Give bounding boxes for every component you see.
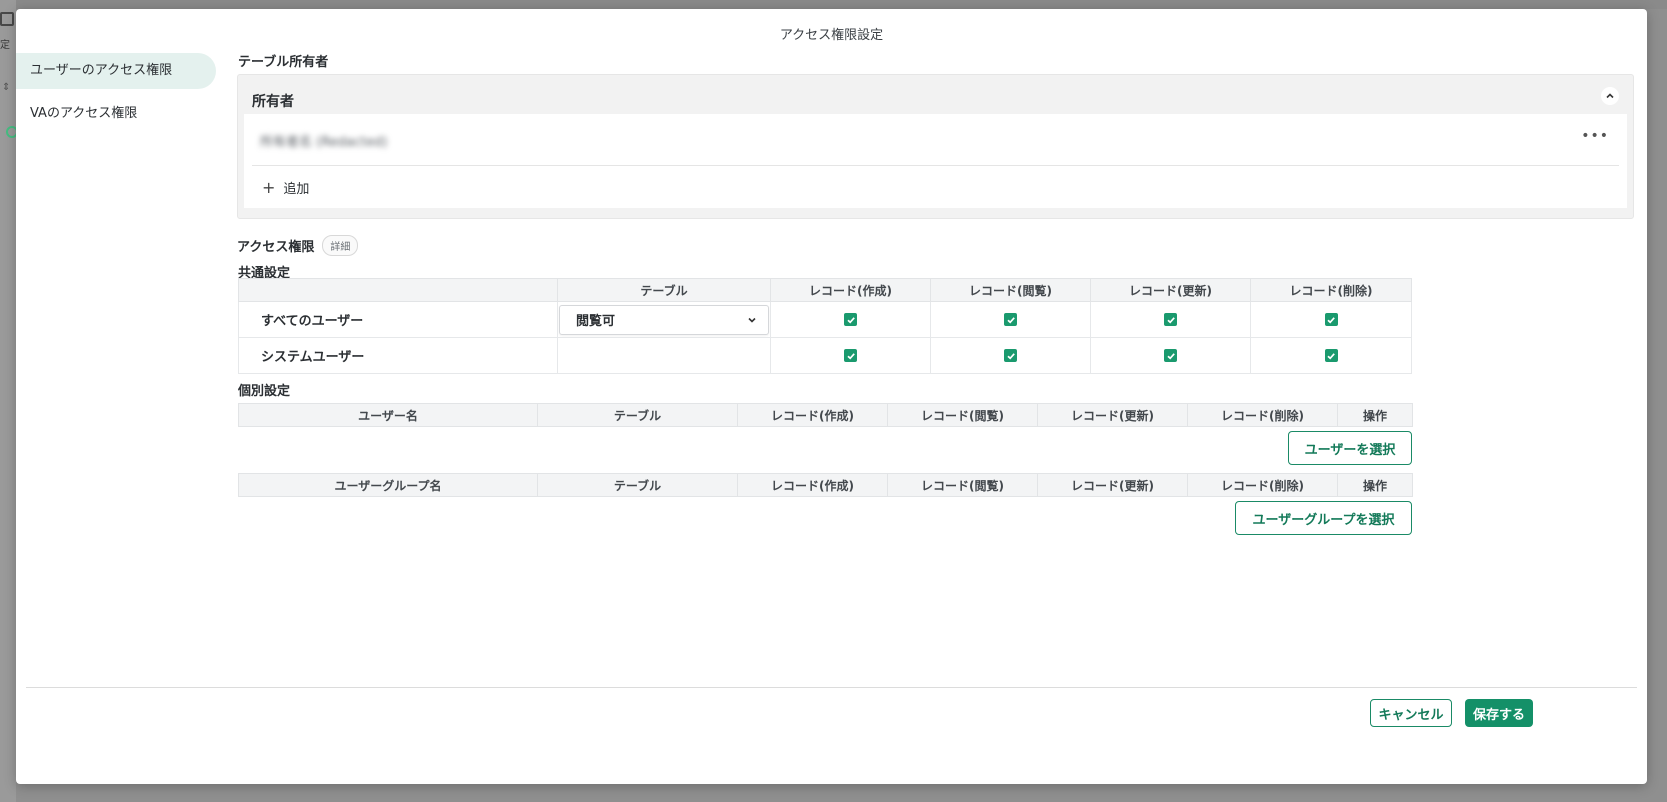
checkmark-icon — [1006, 316, 1015, 324]
add-owner-label: 追加 — [283, 182, 310, 197]
sidebar: ユーザーのアクセス権限 VAのアクセス権限 — [16, 53, 216, 139]
table-icon — [0, 12, 14, 26]
add-owner-button[interactable]: + 追加 — [262, 178, 309, 197]
checkbox-cell — [930, 301, 1091, 338]
column-header: レコード(閲覧) — [930, 278, 1091, 302]
column-header: レコード(削除) — [1187, 403, 1338, 427]
save-button[interactable]: 保存する — [1465, 699, 1533, 727]
checkbox-cell — [770, 337, 931, 374]
column-header: ユーザーグループ名 — [238, 473, 538, 497]
column-header: 操作 — [1337, 403, 1413, 427]
checkmark-icon — [1327, 316, 1335, 324]
read-checkbox[interactable] — [1004, 313, 1017, 326]
checkbox-cell — [1090, 301, 1251, 338]
column-header: レコード(更新) — [1090, 278, 1251, 302]
owner-row: 所有者名 (Redacted) ••• — [252, 114, 1619, 166]
footer-divider — [26, 687, 1637, 688]
column-header: テーブル — [557, 278, 771, 302]
table-header-row: ユーザーグループ名 テーブル レコード(作成) レコード(閲覧) レコード(更新… — [238, 473, 1413, 497]
column-header: レコード(作成) — [737, 403, 888, 427]
checkmark-icon — [846, 316, 855, 324]
group-permissions-table: ユーザーグループ名 テーブル レコード(作成) レコード(閲覧) レコード(更新… — [238, 473, 1413, 497]
table-permission-cell — [557, 337, 771, 374]
more-options-icon[interactable]: ••• — [1581, 128, 1609, 144]
background-overlay-top — [0, 0, 1667, 9]
checkbox-cell — [1250, 301, 1412, 338]
read-checkbox[interactable] — [1004, 349, 1017, 362]
access-settings-modal: アクセス権限設定 ユーザーのアクセス権限 VAのアクセス権限 テーブル所有者 所… — [16, 9, 1647, 784]
select-user-group-button[interactable]: ユーザーグループを選択 — [1235, 501, 1412, 535]
chevron-down-icon — [748, 317, 756, 323]
column-header — [238, 278, 558, 302]
column-header: レコード(作成) — [770, 278, 931, 302]
plus-icon: + — [262, 178, 276, 197]
owner-name: 所有者名 (Redacted) — [260, 135, 388, 150]
background-app-strip: 定 ⇕ — [0, 0, 18, 802]
checkbox-cell — [1250, 337, 1412, 374]
owner-card-title: 所有者 — [252, 94, 294, 110]
column-header: テーブル — [537, 473, 738, 497]
checkbox-cell — [930, 337, 1091, 374]
owner-section-title: テーブル所有者 — [238, 55, 329, 70]
permissions-title: アクセス権限 — [237, 240, 315, 255]
column-header: レコード(閲覧) — [887, 473, 1038, 497]
column-header: レコード(更新) — [1037, 473, 1188, 497]
sidebar-item-user-access[interactable]: ユーザーのアクセス権限 — [16, 53, 216, 89]
sort-icon: ⇕ — [2, 82, 11, 93]
row-label: すべてのユーザー — [238, 301, 558, 338]
update-checkbox[interactable] — [1164, 313, 1177, 326]
create-checkbox[interactable] — [844, 313, 857, 326]
checkmark-icon — [1006, 352, 1015, 360]
table-permission-cell: 閲覧可 — [557, 301, 771, 338]
row-label: システムユーザー — [238, 337, 558, 374]
table-row: すべてのユーザー 閲覧可 — [238, 301, 1412, 338]
modal-title: アクセス権限設定 — [779, 28, 884, 43]
create-checkbox[interactable] — [844, 349, 857, 362]
delete-checkbox[interactable] — [1324, 349, 1338, 362]
update-checkbox[interactable] — [1164, 349, 1177, 362]
background-label: 定 — [0, 40, 10, 51]
common-settings-table: テーブル レコード(作成) レコード(閲覧) レコード(更新) レコード(削除)… — [238, 278, 1412, 374]
checkmark-icon — [1327, 352, 1335, 360]
user-permissions-table: ユーザー名 テーブル レコード(作成) レコード(閲覧) レコード(更新) レコ… — [238, 403, 1413, 427]
delete-checkbox[interactable] — [1324, 313, 1338, 326]
owner-card: 所有者 所有者名 (Redacted) ••• + 追加 — [237, 74, 1634, 219]
table-header-row: テーブル レコード(作成) レコード(閲覧) レコード(更新) レコード(削除) — [238, 278, 1412, 302]
column-header: レコード(更新) — [1037, 403, 1188, 427]
chevron-up-icon — [1606, 93, 1614, 99]
individual-settings-title: 個別設定 — [238, 384, 291, 399]
sidebar-item-label: VAのアクセス権限 — [30, 106, 138, 121]
collapse-button[interactable] — [1601, 87, 1619, 105]
cancel-button[interactable]: キャンセル — [1370, 699, 1452, 727]
sidebar-item-va-access[interactable]: VAのアクセス権限 — [16, 96, 216, 132]
permissions-header: アクセス権限 詳細 — [237, 235, 359, 256]
detail-button[interactable]: 詳細 — [322, 235, 359, 256]
sidebar-item-label: ユーザーのアクセス権限 — [30, 63, 173, 78]
table-permission-select[interactable]: 閲覧可 — [559, 304, 769, 335]
table-row: システムユーザー — [238, 337, 1412, 374]
select-value: 閲覧可 — [576, 314, 616, 329]
column-header: テーブル — [537, 403, 738, 427]
column-header: レコード(作成) — [737, 473, 888, 497]
column-header: 操作 — [1337, 473, 1413, 497]
column-header: レコード(削除) — [1250, 278, 1412, 302]
column-header: レコード(削除) — [1187, 473, 1338, 497]
column-header: レコード(閲覧) — [887, 403, 1038, 427]
owner-list: 所有者名 (Redacted) ••• + 追加 — [244, 114, 1627, 208]
column-header: ユーザー名 — [238, 403, 538, 427]
checkbox-cell — [770, 301, 931, 338]
checkmark-icon — [1166, 352, 1175, 360]
table-header-row: ユーザー名 テーブル レコード(作成) レコード(閲覧) レコード(更新) レコ… — [238, 403, 1413, 427]
checkbox-cell — [1090, 337, 1251, 374]
select-user-button[interactable]: ユーザーを選択 — [1288, 431, 1412, 465]
checkmark-icon — [1166, 316, 1175, 324]
checkmark-icon — [846, 352, 855, 360]
